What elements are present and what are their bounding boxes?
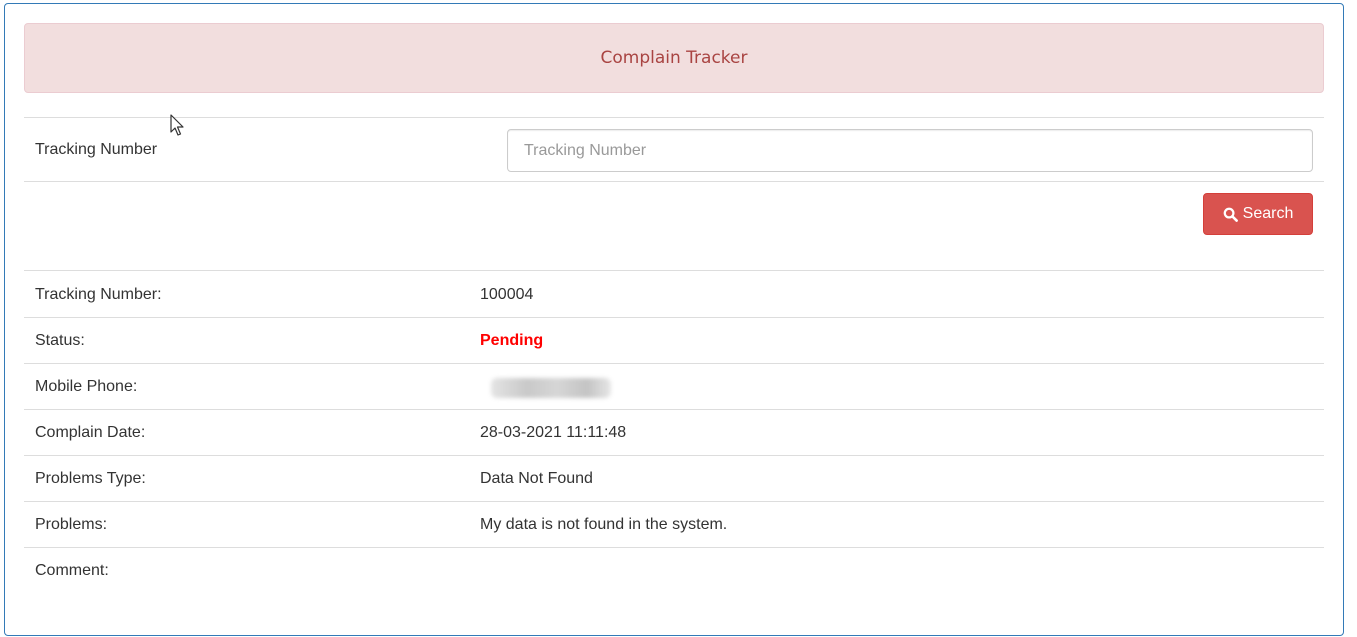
problems-label: Problems: <box>35 516 108 533</box>
mobile-phone-label: Mobile Phone: <box>35 378 138 395</box>
page-title: Complain Tracker <box>600 48 748 68</box>
mobile-phone-value-redacted <box>491 378 611 398</box>
divider <box>24 117 1324 118</box>
divider <box>24 270 1324 271</box>
problems-type-label: Problems Type: <box>35 470 146 487</box>
mouse-cursor-icon <box>170 114 184 136</box>
divider <box>24 363 1324 364</box>
divider <box>24 455 1324 456</box>
divider <box>24 501 1324 502</box>
tracking-number-label: Tracking Number <box>35 141 158 158</box>
problems-value: My data is not found in the system. <box>480 516 728 533</box>
comment-label: Comment: <box>35 562 109 579</box>
search-icon <box>1223 207 1238 222</box>
complain-date-label: Complain Date: <box>35 424 146 441</box>
tracking-number-value: 100004 <box>480 286 534 303</box>
search-button-label: Search <box>1242 205 1294 222</box>
divider <box>24 181 1324 182</box>
tracking-number-input[interactable] <box>507 129 1313 172</box>
status-label: Status: <box>35 332 85 349</box>
search-button[interactable]: Search <box>1203 193 1313 235</box>
page-header: Complain Tracker <box>24 23 1324 93</box>
problems-type-value: Data Not Found <box>480 470 593 487</box>
divider <box>24 317 1324 318</box>
complain-date-value: 28-03-2021 11:11:48 <box>480 424 627 441</box>
tracker-panel: Complain Tracker Tracking Number Search … <box>4 3 1344 636</box>
divider <box>24 547 1324 548</box>
divider <box>24 409 1324 410</box>
tracking-number-detail-label: Tracking Number: <box>35 286 162 303</box>
status-badge: Pending <box>480 332 544 349</box>
